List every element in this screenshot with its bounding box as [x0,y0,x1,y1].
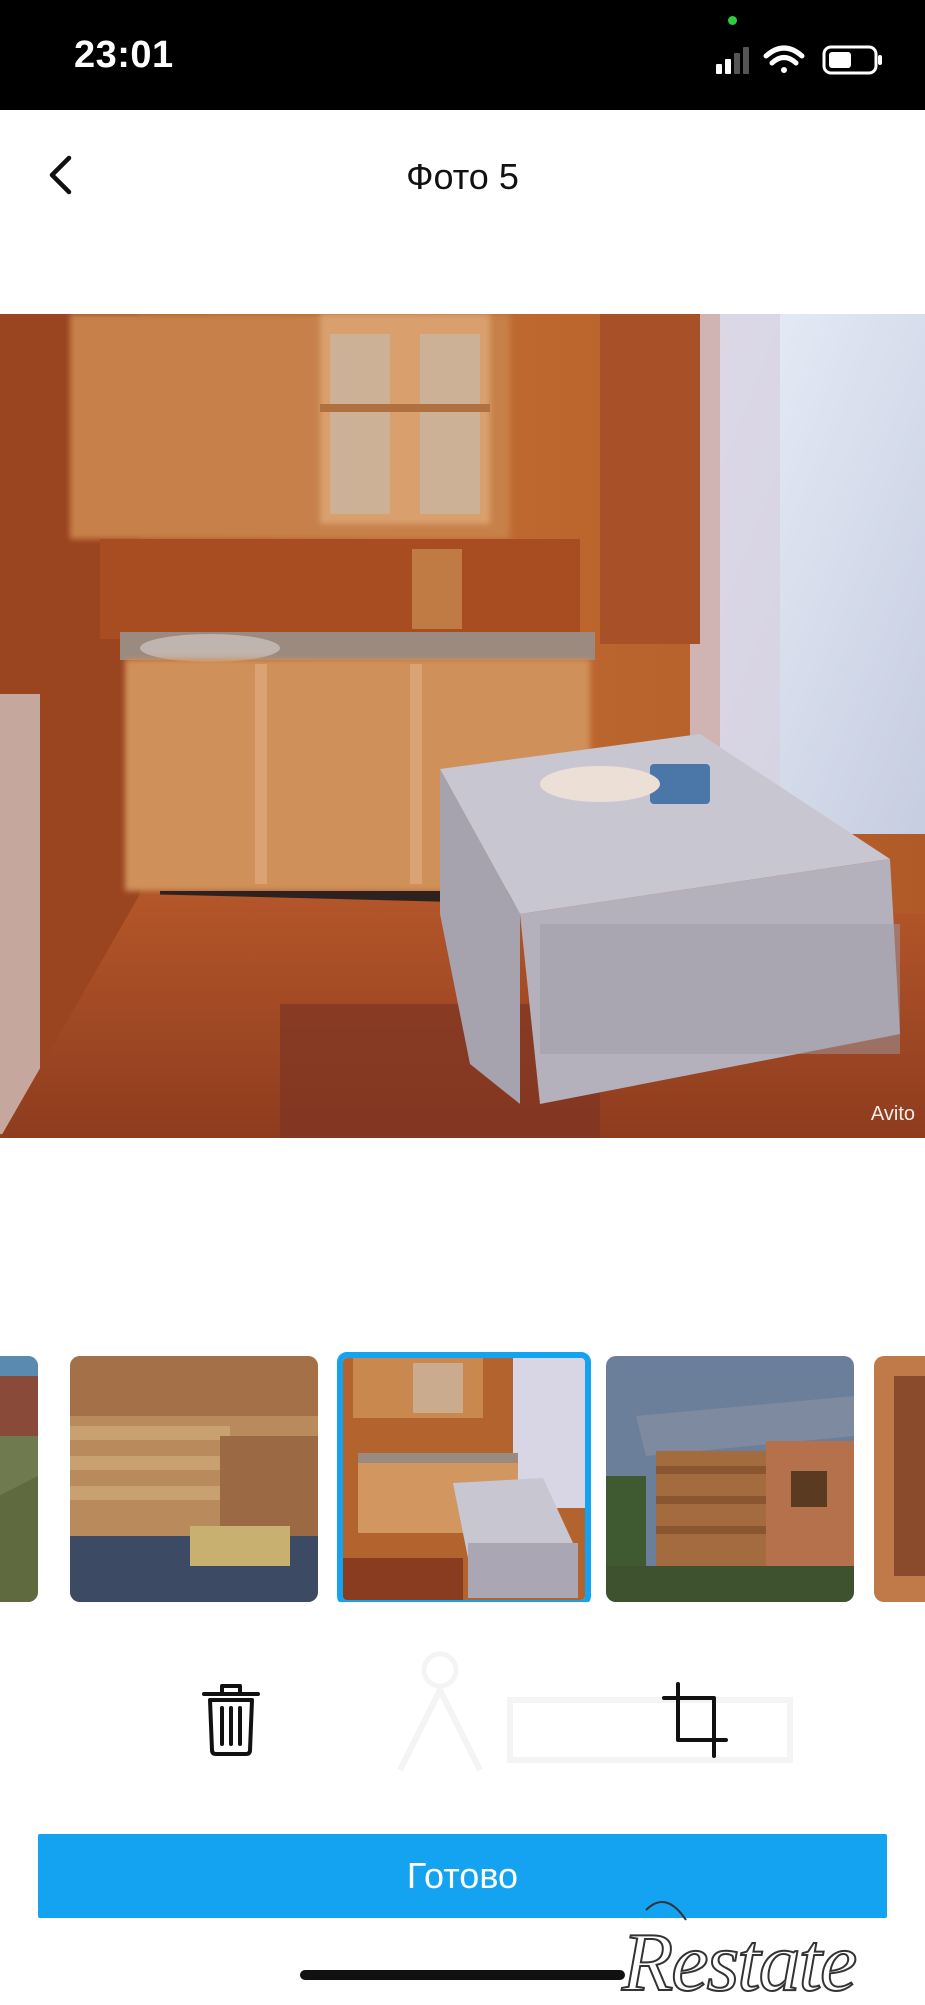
thumbnail-strip[interactable] [0,1352,925,1602]
restate-logo-text: Restate [621,1916,856,2000]
home-indicator [300,1970,625,1980]
main-photo[interactable]: Avito [0,314,925,1138]
thumbnail-image [606,1356,854,1602]
thumbnail-image [874,1356,925,1602]
thumbnail-1[interactable] [0,1356,38,1602]
status-bar: 23:01 [0,0,925,110]
wifi-icon [763,45,805,73]
nav-bar: Фото 5 [0,110,925,240]
thumbnail-2[interactable] [70,1356,318,1602]
thumbnail-image [343,1358,585,1600]
thumbnail-5[interactable] [874,1356,925,1602]
thumbnail-3-selected[interactable] [337,1352,591,1602]
page-title: Фото 5 [406,156,519,197]
thumbnail-image [70,1356,318,1602]
restate-logo: Restate [606,1890,925,2005]
status-icons [712,40,892,80]
signal-icon [716,47,749,74]
privacy-indicator-dot [728,16,737,25]
status-time: 23:01 [74,34,174,76]
crop-icon [662,1682,728,1758]
avito-watermark: Avito [870,1103,915,1125]
thumbnail-image [0,1356,38,1602]
crop-button[interactable] [660,1680,732,1760]
kitchen-photo-image [0,314,925,1138]
thumbnail-4[interactable] [606,1356,854,1602]
battery-icon [822,45,882,75]
trash-icon [202,1684,260,1756]
photo-toolbar [0,1680,925,1770]
delete-button[interactable] [198,1680,264,1760]
